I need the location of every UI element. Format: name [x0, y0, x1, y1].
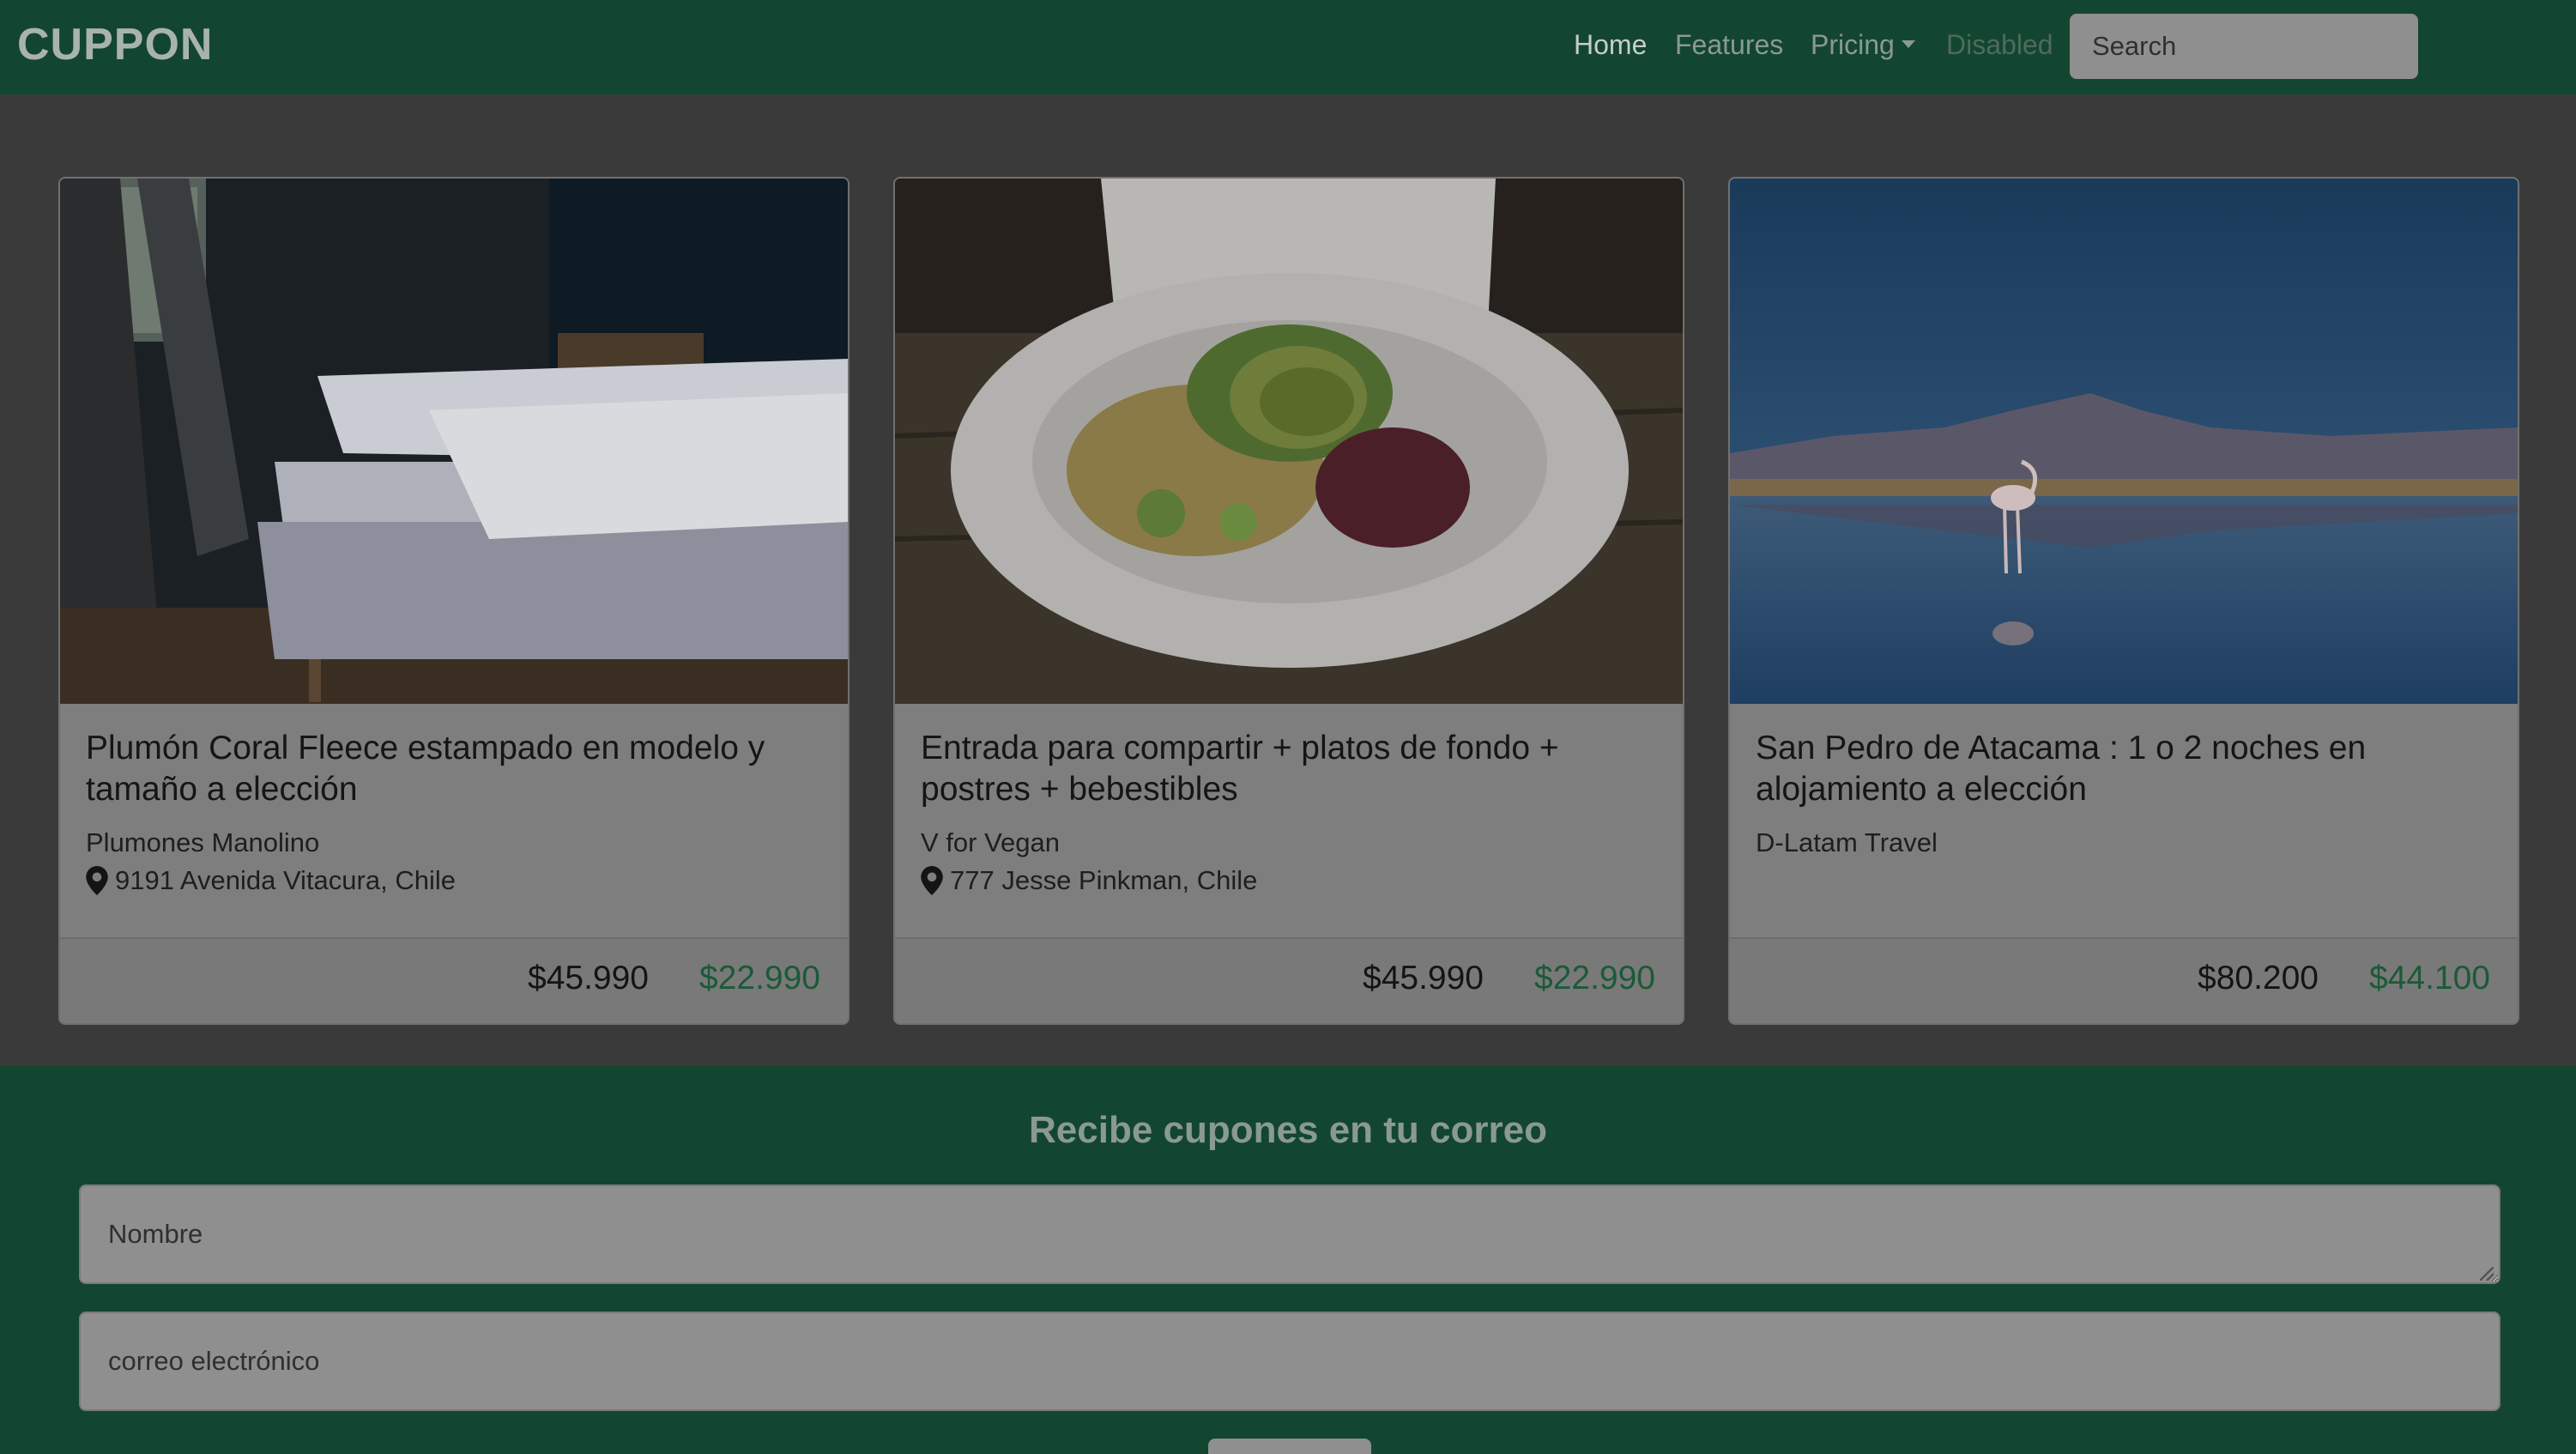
price-original: $45.990: [528, 960, 649, 997]
email-field[interactable]: [79, 1312, 2500, 1411]
card-vendor: D-Latam Travel: [1756, 827, 1938, 857]
search-input[interactable]: [2070, 14, 2418, 79]
caret-down-icon: [1901, 40, 1915, 49]
card-address-text: 777 Jesse Pinkman, Chile: [950, 865, 1258, 895]
card-footer: $80.200 $44.100: [1730, 937, 2518, 1023]
card-vendor: Plumones Manolino: [86, 827, 320, 857]
card-title[interactable]: San Pedro de Atacama : 1 o 2 noches en a…: [1756, 728, 2494, 810]
price-discount: $44.100: [2369, 960, 2490, 997]
card-footer: $45.990 $22.990: [895, 937, 1683, 1023]
navbar: CUPPON Home Features Pricing Disabled: [0, 0, 2576, 94]
nav-dropdown-pricing-label: Pricing: [1811, 29, 1895, 60]
nav-link-disabled: Disabled: [1946, 29, 2053, 60]
nav-dropdown-pricing[interactable]: Pricing: [1811, 29, 1915, 61]
brand-logo[interactable]: CUPPON: [17, 19, 213, 70]
name-field[interactable]: [79, 1184, 2500, 1284]
newsletter-title: Recibe cupones en tu correo: [1029, 1109, 1547, 1151]
price-original: $80.200: [2198, 960, 2319, 997]
newsletter-section: Recibe cupones en tu correo: [0, 1066, 2576, 1454]
deal-card[interactable]: San Pedro de Atacama : 1 o 2 noches en a…: [1728, 177, 2519, 1025]
card-address: 9191 Avenida Vitacura, Chile: [86, 865, 824, 896]
card-body: Plumón Coral Fleece estampado en modelo …: [86, 728, 824, 896]
deal-image-atacama-flamingo: [1730, 179, 2518, 704]
resize-grip-icon[interactable]: [2480, 1267, 2494, 1281]
card-title[interactable]: Entrada para compartir + platos de fondo…: [921, 728, 1659, 810]
card-body: Entrada para compartir + platos de fondo…: [921, 728, 1659, 896]
price-discount: $22.990: [699, 960, 820, 997]
map-pin-icon: [86, 866, 108, 895]
card-address-text: 9191 Avenida Vitacura, Chile: [115, 865, 456, 895]
card-vendor: V for Vegan: [921, 827, 1061, 857]
map-pin-icon: [921, 866, 943, 895]
card-body: San Pedro de Atacama : 1 o 2 noches en a…: [1756, 728, 2494, 858]
deal-image-vegan-plate: [895, 179, 1683, 704]
card-title[interactable]: Plumón Coral Fleece estampado en modelo …: [86, 728, 824, 810]
deal-image-bedroom: [60, 179, 848, 704]
deal-card[interactable]: Plumón Coral Fleece estampado en modelo …: [58, 177, 850, 1025]
price-original: $45.990: [1363, 960, 1484, 997]
price-discount: $22.990: [1534, 960, 1655, 997]
deal-card[interactable]: Entrada para compartir + platos de fondo…: [893, 177, 1684, 1025]
card-footer: $45.990 $22.990: [60, 937, 848, 1023]
subscribe-button[interactable]: [1208, 1439, 1371, 1454]
nav-link-features[interactable]: Features: [1675, 29, 1783, 61]
card-address: 777 Jesse Pinkman, Chile: [921, 865, 1659, 896]
nav-link-home[interactable]: Home: [1574, 29, 1647, 61]
